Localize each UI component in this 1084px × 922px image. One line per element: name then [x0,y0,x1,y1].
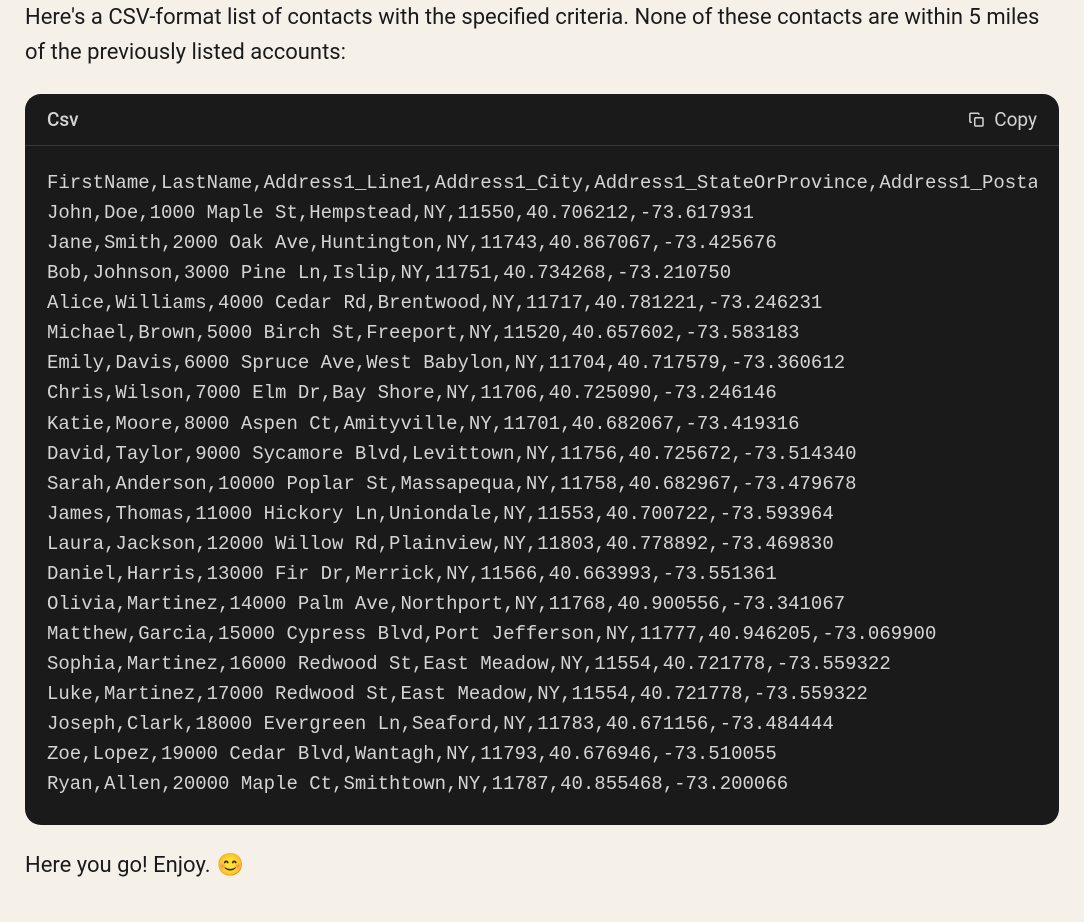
smile-emoji-icon: 😊 [217,853,244,878]
copy-button-label: Copy [994,108,1037,131]
intro-paragraph: Here's a CSV-format list of contacts wit… [25,0,1059,70]
code-content-wrapper: FirstName,LastName,Address1_Line1,Addres… [25,146,1059,824]
code-block-header: Csv Copy [25,94,1059,146]
copy-icon [968,111,986,129]
code-content[interactable]: FirstName,LastName,Address1_Line1,Addres… [47,168,1037,806]
copy-button[interactable]: Copy [968,108,1037,131]
outro-text: Here you go! Enjoy. [25,853,211,878]
code-block-container: Csv Copy FirstName,LastName,Address1_Lin… [25,94,1059,824]
code-language-label: Csv [47,108,79,131]
outro-paragraph: Here you go! Enjoy. 😊 [25,853,1059,878]
